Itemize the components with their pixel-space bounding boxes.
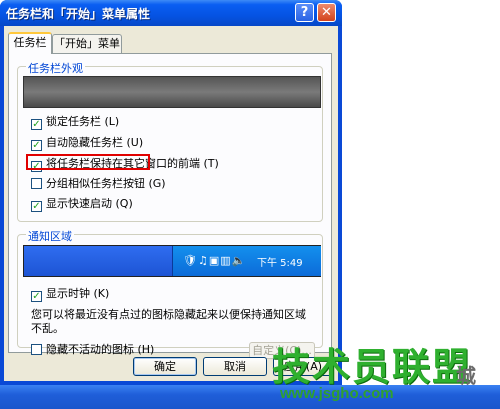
close-button[interactable]: ✕ — [317, 3, 336, 22]
tray-clock: 下午 5:49 — [257, 258, 303, 269]
tab-start-menu[interactable]: 「开始」菜单 — [52, 34, 122, 53]
hide-inactive-option[interactable]: 隐藏不活动的图标 (H) — [31, 343, 154, 357]
watermark-sub-text: 城 — [456, 364, 476, 388]
lock-taskbar-checkbox[interactable]: ✓ — [31, 119, 42, 130]
notification-area-preview: 🛡♫▣▥🔈 下午 5:49 — [23, 245, 321, 277]
taskbar-appearance-preview — [23, 76, 321, 108]
notification-note: 您可以将最近没有点过的图标隐藏起来以便保持通知区域不乱。 — [31, 308, 306, 335]
auto-hide-option[interactable]: ✓ 自动隐藏任务栏 (U) — [31, 136, 144, 151]
auto-hide-label: 自动隐藏任务栏 (U) — [46, 136, 144, 149]
taskbar-appearance-legend: 任务栏外观 — [26, 60, 85, 76]
lock-taskbar-label: 锁定任务栏 (L) — [46, 115, 120, 128]
quick-launch-option[interactable]: ✓ 显示快速启动 (Q) — [31, 197, 133, 212]
show-clock-checkbox[interactable]: ✓ — [31, 291, 42, 302]
watermark-url: www.jsgho.com — [280, 385, 394, 402]
show-clock-label: 显示时钟 (K) — [46, 287, 110, 300]
dialog-client-area: 任务栏 「开始」菜单 任务栏外观 ✓ 锁定任务栏 (L) ✓ 自动隐藏任务栏 (U)… — [4, 26, 338, 381]
help-button[interactable]: ? — [295, 3, 314, 22]
lock-taskbar-option[interactable]: ✓ 锁定任务栏 (L) — [31, 115, 120, 130]
tab-panel: 任务栏外观 ✓ 锁定任务栏 (L) ✓ 自动隐藏任务栏 (U) ✓ 将任务栏保持在其它… — [8, 53, 332, 359]
group-buttons-checkbox[interactable] — [31, 178, 42, 189]
properties-window: 任务栏和「开始」菜单属性 ? ✕ 任务栏 「开始」菜单 任务栏外观 ✓ 锁定任务栏… — [0, 0, 342, 385]
cancel-button[interactable]: 取消 — [203, 357, 267, 376]
hide-inactive-label: 隐藏不活动的图标 (H) — [46, 343, 155, 356]
group-buttons-option[interactable]: 分组相似任务栏按钮 (G) — [31, 177, 166, 191]
tray-icons: 🛡♫▣▥🔈 — [183, 254, 247, 267]
quick-launch-checkbox[interactable]: ✓ — [31, 201, 42, 212]
watermark-logo-text: 技术员联盟 — [272, 345, 473, 389]
system-tray: 🛡♫▣▥🔈 下午 5:49 — [172, 246, 321, 276]
notification-area-legend: 通知区域 — [26, 228, 74, 244]
hide-inactive-checkbox[interactable] — [31, 344, 42, 355]
group-buttons-label: 分组相似任务栏按钮 (G) — [46, 177, 166, 190]
title-bar[interactable]: 任务栏和「开始」菜单属性 ? ✕ — [0, 0, 342, 26]
auto-hide-highlight-box — [26, 154, 150, 170]
window-title: 任务栏和「开始」菜单属性 — [6, 7, 151, 21]
show-clock-option[interactable]: ✓ 显示时钟 (K) — [31, 287, 110, 302]
tab-taskbar[interactable]: 任务栏 — [8, 32, 52, 54]
quick-launch-label: 显示快速启动 (Q) — [46, 197, 133, 210]
auto-hide-checkbox[interactable]: ✓ — [31, 140, 42, 151]
ok-button[interactable]: 确定 — [133, 357, 197, 376]
